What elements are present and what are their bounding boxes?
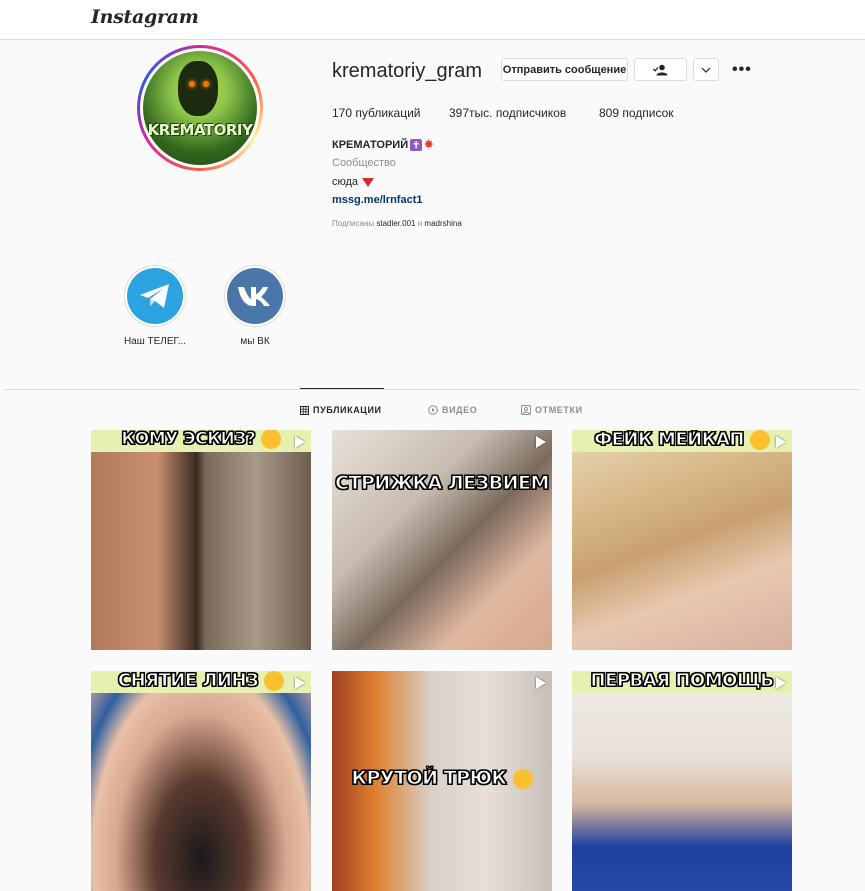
tabs-divider: [4, 389, 860, 390]
posts-count-stat: 170 публикаций: [332, 106, 421, 120]
profile-external-link[interactable]: mssg.me/lrnfact1: [332, 194, 422, 206]
highlight-vk[interactable]: [224, 265, 286, 327]
highlight-telegram[interactable]: [124, 265, 186, 327]
reel-play-icon: [295, 677, 305, 689]
suggested-accounts-button[interactable]: [693, 58, 719, 81]
scream-emoji-icon: [749, 430, 770, 450]
cross-emoji-icon: ✝: [410, 139, 423, 151]
reel-play-icon: [536, 436, 546, 448]
profile-full-name: КРЕМАТОРИЙ ✝ ✸: [332, 139, 436, 151]
post-tile[interactable]: СТРИЖКА ЛЕЗВИЕМ: [332, 430, 552, 650]
options-icon[interactable]: •••: [732, 61, 752, 79]
post-caption: СНЯТИЕ ЛИНЗ: [91, 671, 311, 692]
tab-video[interactable]: ВИДЕО: [428, 405, 477, 415]
star-struck-emoji-icon: [512, 768, 533, 789]
avatar-image: KREMATORIY: [143, 51, 257, 165]
post-caption: КРУТОЙ ТРЮК: [332, 767, 552, 790]
collision-emoji-icon: ✸: [424, 139, 434, 151]
tag-icon: [521, 405, 531, 415]
reel-play-icon: [776, 677, 786, 689]
rofl-emoji-icon: [260, 430, 281, 449]
tab-posts[interactable]: ПУБЛИКАЦИИ: [300, 405, 382, 415]
reel-play-icon: [295, 436, 305, 448]
post-tile[interactable]: ФЕЙК МЕЙКАП: [572, 430, 792, 650]
following-count-stat[interactable]: 809 подписок: [599, 106, 674, 120]
following-button[interactable]: [634, 58, 687, 81]
red-triangle-down-icon: [362, 177, 375, 187]
profile-username: krematoriy_gram: [332, 60, 483, 82]
grid-icon: [300, 405, 309, 415]
tab-tagged[interactable]: ОТМЕТКИ: [521, 405, 583, 415]
avatar-logo-text: KREMATORIY: [147, 121, 253, 139]
post-caption: СТРИЖКА ЛЕЗВИЕМ: [335, 472, 550, 495]
instagram-logo[interactable]: Instagram: [91, 6, 199, 28]
post-tile[interactable]: КРУТОЙ ТРЮК: [332, 671, 552, 891]
active-tab-indicator: [300, 388, 384, 389]
post-caption: ФЕЙК МЕЙКАП: [572, 430, 792, 451]
post-caption: КОМУ ЭСКИЗ?: [91, 430, 311, 450]
telegram-icon: [140, 284, 169, 308]
top-navigation-bar: Instagram: [0, 0, 865, 40]
play-circle-icon: [428, 405, 438, 415]
vk-icon: [238, 287, 270, 306]
profile-avatar[interactable]: KREMATORIY: [137, 45, 263, 171]
reel-play-icon: [776, 436, 786, 448]
post-tile[interactable]: КОМУ ЭСКИЗ?: [91, 430, 311, 650]
followed-by-text[interactable]: Подписаны stadler.001 и madrshina: [332, 219, 462, 228]
chevron-down-icon: [701, 67, 711, 73]
post-caption: ПЕРВАЯ ПОМОЩЬ: [590, 671, 775, 692]
highlight-label-vk: мы ВК: [240, 336, 270, 347]
send-message-button[interactable]: Отправить сообщение: [501, 58, 628, 81]
profile-bio-text: сюда: [332, 176, 375, 188]
post-tile[interactable]: ПЕРВАЯ ПОМОЩЬ: [572, 671, 792, 891]
post-tile[interactable]: СНЯТИЕ ЛИНЗ: [91, 671, 311, 891]
followers-count-stat[interactable]: 397тыс. подписчиков: [449, 106, 566, 120]
highlight-label-telegram: Наш ТЕЛЕГ...: [123, 336, 187, 347]
profile-category: Сообщество: [332, 157, 396, 169]
user-check-icon: [652, 64, 667, 75]
scream-emoji-icon: [264, 671, 285, 691]
reel-play-icon: [536, 677, 546, 689]
